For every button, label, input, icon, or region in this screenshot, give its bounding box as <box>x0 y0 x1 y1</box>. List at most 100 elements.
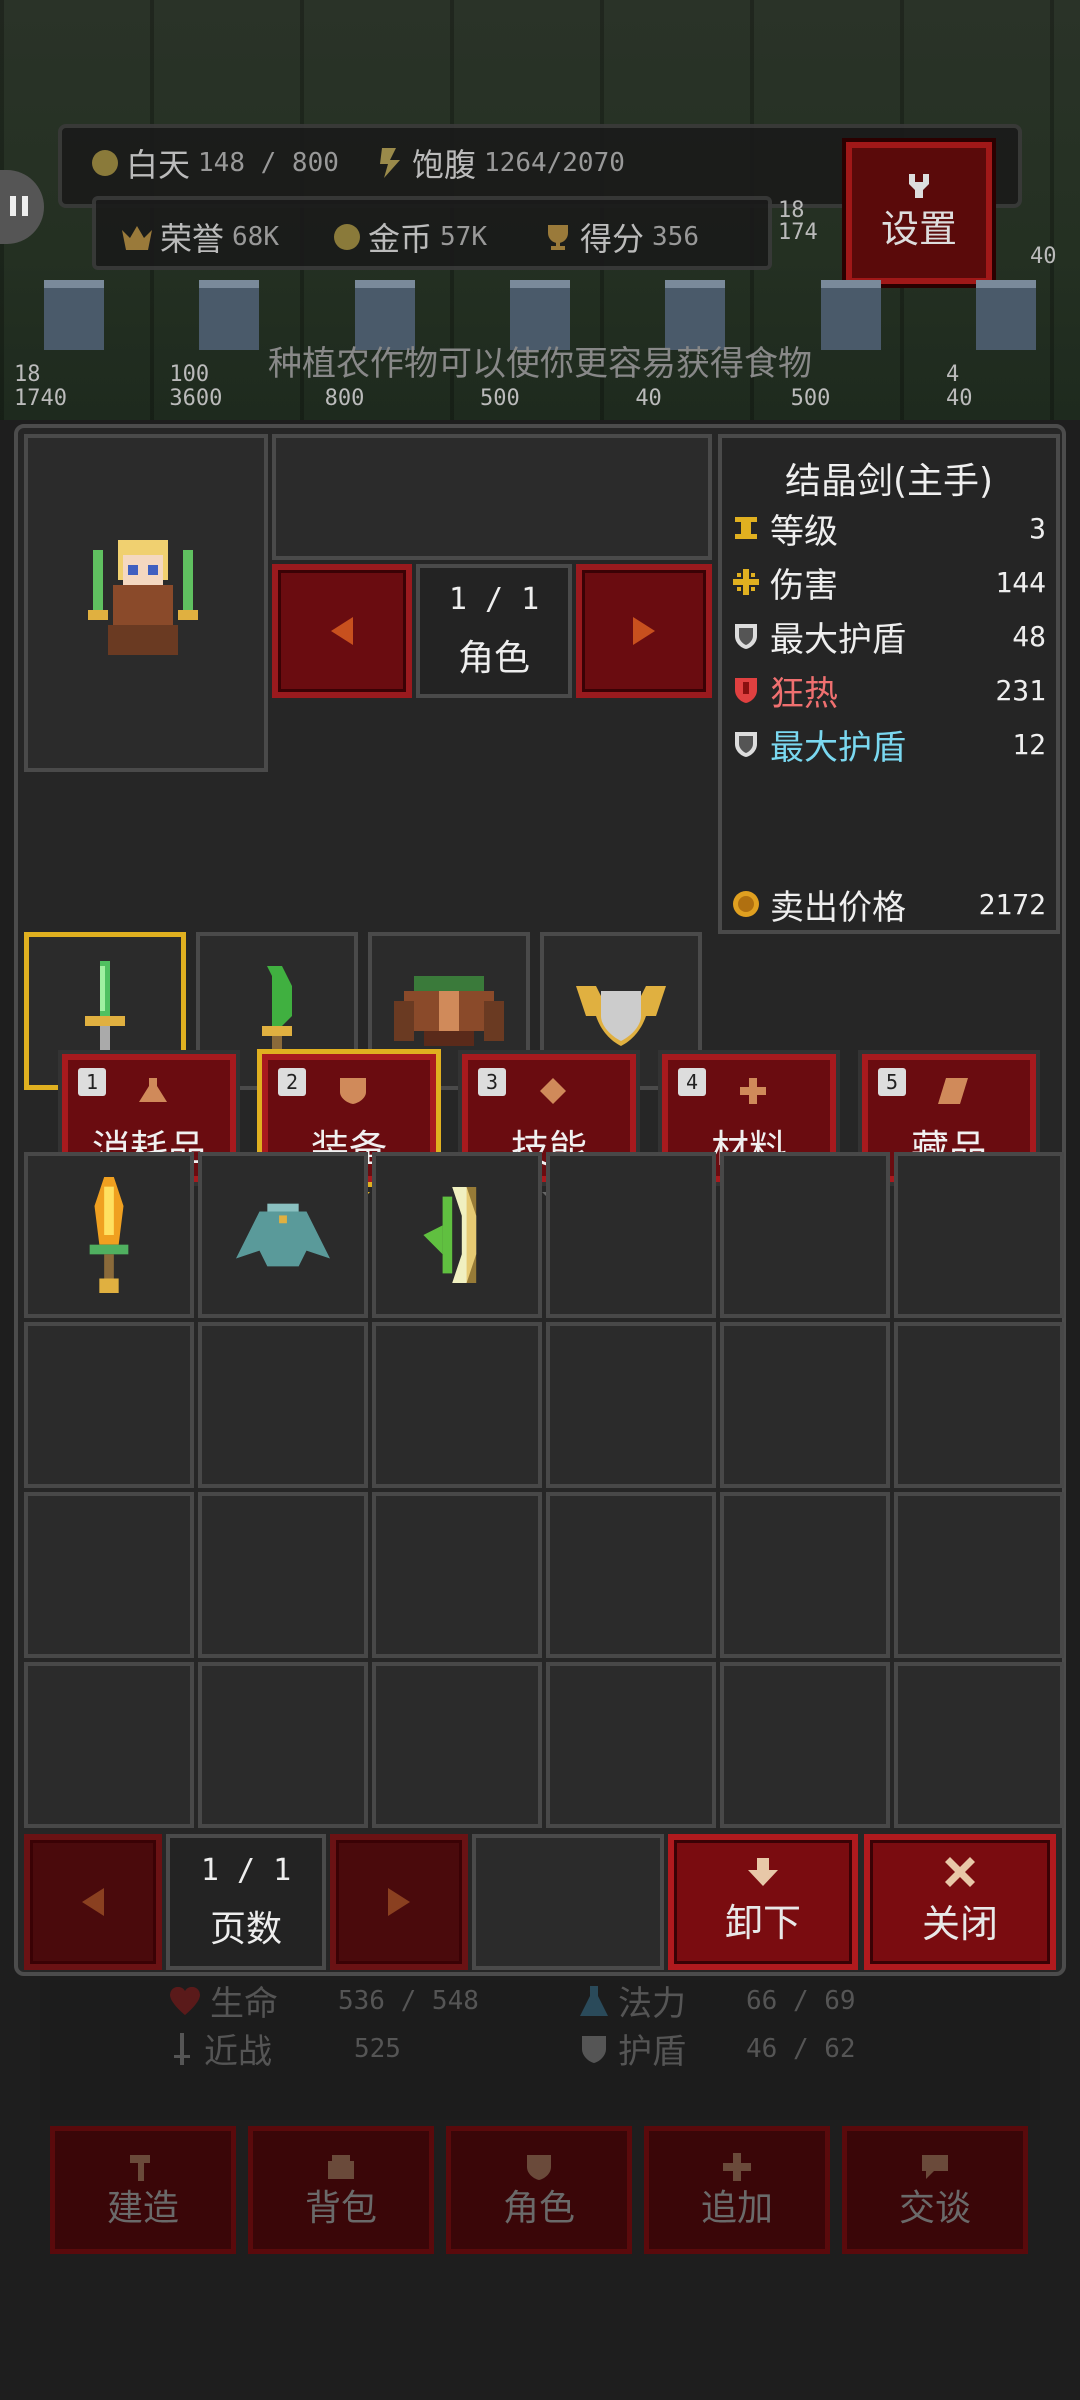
hint-text: 种植农作物可以使你更容易获得食物 <box>268 344 812 384</box>
stat-row: 最大护盾 48 <box>732 616 1046 660</box>
hero-sprite <box>88 540 198 655</box>
inventory-slot[interactable] <box>198 1492 368 1658</box>
page-count: 1 / 1 <box>200 1852 292 1888</box>
character-page-count: 1 / 1 <box>448 581 540 617</box>
day-label: 白天 <box>126 146 191 184</box>
score-value: 356 <box>652 222 699 252</box>
nav-add[interactable]: 追加 <box>644 2126 830 2254</box>
tab-number: 2 <box>278 1068 306 1096</box>
potion-icon <box>139 1078 167 1102</box>
stat-row: 最大护盾 12 <box>732 724 1046 768</box>
lightning-icon <box>380 148 400 178</box>
nav-talk[interactable]: 交谈 <box>842 2126 1028 2254</box>
ghost-mana: 法力 66 / 69 <box>580 1976 856 2025</box>
coin-icon <box>732 890 760 918</box>
sun-icon <box>92 150 118 176</box>
nav-build[interactable]: 建造 <box>50 2126 236 2254</box>
inventory-slot[interactable] <box>372 1662 542 1828</box>
arrow-left-icon <box>82 1888 104 1916</box>
inventory-slot[interactable] <box>24 1322 194 1488</box>
honor-stat: 荣誉 68K <box>122 214 279 260</box>
character-portrait[interactable] <box>24 434 268 772</box>
side-menu-button[interactable] <box>0 170 44 244</box>
item-info-panel: 结晶剑(主手) 等级 3 伤害 144 最大护盾 48 狂热 231 最大护盾 … <box>718 434 1060 934</box>
item-title: 结晶剑(主手) <box>784 461 994 502</box>
unequip-button[interactable]: 卸下 <box>668 1834 858 1970</box>
skill-icon <box>540 1078 566 1104</box>
ghost-shield: 护盾 46 / 62 <box>580 2024 856 2073</box>
inventory-slot[interactable] <box>546 1662 716 1828</box>
inventory-slot[interactable] <box>546 1322 716 1488</box>
inventory-slot[interactable] <box>372 1322 542 1488</box>
speech-bubble-icon <box>922 2155 948 2179</box>
close-button[interactable]: 关闭 <box>864 1834 1056 1970</box>
ghost-hp: 生命 536 / 548 <box>170 1976 479 2025</box>
character-preview-slot <box>272 434 712 560</box>
heart-icon <box>170 1986 200 2015</box>
collection-icon <box>938 1078 968 1104</box>
inventory-slot[interactable] <box>720 1322 890 1488</box>
character-pager: 1 / 1 角色 <box>416 564 572 698</box>
score-label: 得分 <box>580 220 645 258</box>
stat-row: 等级 3 <box>732 508 1046 552</box>
inventory-slot[interactable] <box>198 1662 368 1828</box>
flame-sword-icon <box>89 1177 129 1293</box>
arrow-left-icon <box>331 617 353 645</box>
inventory-slot[interactable] <box>894 1322 1064 1488</box>
satiety-stat: 饱腹 1264/2070 <box>378 140 625 186</box>
inventory-slot[interactable] <box>720 1492 890 1658</box>
tab-number: 3 <box>478 1068 506 1096</box>
inventory-slot[interactable] <box>546 1492 716 1658</box>
inventory-slot[interactable] <box>24 1662 194 1828</box>
day-stat: 白天 148 / 800 <box>92 140 339 186</box>
damage-icon <box>732 568 760 596</box>
settings-label: 设置 <box>880 206 957 251</box>
crystal-sword-icon <box>85 961 125 1061</box>
stat-row: 狂热 231 <box>732 670 1046 714</box>
stat-row: 伤害 144 <box>732 562 1046 606</box>
level-icon <box>732 514 760 542</box>
character-next-button[interactable] <box>576 564 712 698</box>
gold-value: 57K <box>440 222 487 252</box>
arrow-down-icon <box>748 1857 778 1886</box>
cape-icon <box>236 1203 330 1267</box>
inventory-slot[interactable] <box>546 1152 716 1318</box>
inventory-slot[interactable] <box>372 1492 542 1658</box>
nav-backpack[interactable]: 背包 <box>248 2126 434 2254</box>
close-label: 关闭 <box>921 1901 998 1946</box>
plus-icon <box>723 2153 751 2181</box>
day-value: 148 / 800 <box>198 148 339 178</box>
inventory-slot[interactable] <box>894 1662 1064 1828</box>
shield-icon <box>732 730 760 758</box>
inventory-slot[interactable] <box>720 1152 890 1318</box>
gear-icon <box>909 173 929 198</box>
armor-icon <box>527 2155 551 2180</box>
inventory-slot[interactable] <box>24 1492 194 1658</box>
tab-number: 4 <box>678 1068 706 1096</box>
character-prev-button[interactable] <box>272 564 412 698</box>
settings-button[interactable]: 设置 <box>846 142 992 284</box>
mana-potion-icon <box>580 1985 608 2016</box>
gold-stat: 金币 57K <box>334 214 487 260</box>
inventory-slot[interactable] <box>720 1662 890 1828</box>
inventory-slot[interactable] <box>198 1152 368 1318</box>
inventory-slot[interactable] <box>24 1152 194 1318</box>
tower-side-value: 40 <box>1030 244 1057 269</box>
trophy-icon <box>548 225 568 250</box>
inventory-slot[interactable] <box>894 1152 1064 1318</box>
tab-number: 1 <box>78 1068 106 1096</box>
backpack-icon <box>328 2155 354 2179</box>
ghost-melee: 近战 525 <box>170 2024 401 2073</box>
close-icon <box>945 1856 975 1887</box>
inventory-slot[interactable] <box>372 1152 542 1318</box>
shield-icon <box>582 2035 606 2063</box>
inventory-slot[interactable] <box>894 1492 1064 1658</box>
inventory-slot[interactable] <box>198 1322 368 1488</box>
coin-icon <box>334 224 360 250</box>
shield-icon <box>576 986 666 1046</box>
unequip-label: 卸下 <box>724 1900 801 1945</box>
page-next-button[interactable] <box>330 1834 468 1970</box>
page-prev-button[interactable] <box>24 1834 162 1970</box>
hammer-icon <box>130 2155 150 2181</box>
nav-character[interactable]: 角色 <box>446 2126 632 2254</box>
